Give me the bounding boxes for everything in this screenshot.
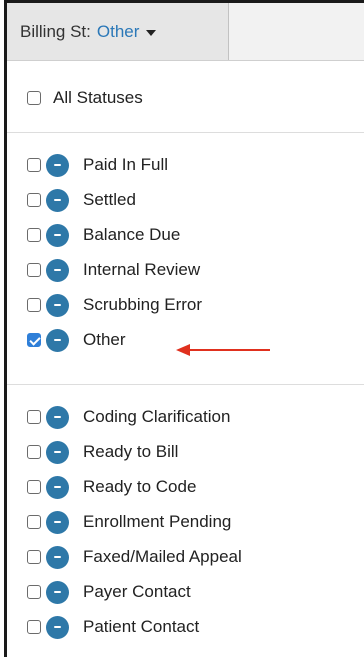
minus-circle-icon[interactable] xyxy=(46,188,69,212)
status-option[interactable]: Settled xyxy=(27,185,136,215)
minus-circle-icon[interactable] xyxy=(46,405,69,429)
status-option[interactable]: Ready to Code xyxy=(27,472,196,502)
red-arrow-icon xyxy=(176,344,270,356)
status-label: Faxed/Mailed Appeal xyxy=(83,547,242,566)
status-label: Internal Review xyxy=(83,260,201,279)
status-label: Scrubbing Error xyxy=(83,295,203,314)
minus-circle-icon[interactable] xyxy=(46,153,69,177)
status-label: Other xyxy=(83,330,126,349)
minus-circle-icon[interactable] xyxy=(46,293,69,317)
status-label: Enrollment Pending xyxy=(83,512,232,531)
status-option[interactable]: Scrubbing Error xyxy=(27,290,202,320)
status-option[interactable]: Ready to Bill xyxy=(27,437,178,467)
status-option-other[interactable]: Other xyxy=(27,325,126,355)
status-option[interactable]: Payer Contact xyxy=(27,577,191,607)
status-label: Payer Contact xyxy=(83,582,191,601)
status-filter-dropdown: Billing St: Other All Statuses Paid In F… xyxy=(4,0,364,657)
status-checkbox[interactable] xyxy=(27,298,41,312)
billing-status-filter-button[interactable]: Billing St: Other xyxy=(7,3,229,60)
status-checkbox[interactable] xyxy=(27,410,41,424)
caret-down-icon xyxy=(146,29,157,36)
minus-circle-icon[interactable] xyxy=(46,545,69,569)
minus-circle-icon[interactable] xyxy=(46,258,69,282)
status-option[interactable]: Internal Review xyxy=(27,255,200,285)
status-checkbox[interactable] xyxy=(27,480,41,494)
divider xyxy=(7,384,364,385)
status-checkbox[interactable] xyxy=(27,585,41,599)
status-checkbox[interactable] xyxy=(27,550,41,564)
minus-circle-icon[interactable] xyxy=(46,223,69,247)
status-label: Ready to Bill xyxy=(83,442,179,461)
status-label: Paid In Full xyxy=(83,155,169,174)
minus-circle-icon[interactable] xyxy=(46,615,69,639)
divider xyxy=(7,132,364,133)
status-option[interactable]: Paid In Full xyxy=(27,150,168,180)
status-option[interactable]: Faxed/Mailed Appeal xyxy=(27,542,242,572)
status-label: Coding Clarification xyxy=(83,407,231,426)
status-label: Patient Contact xyxy=(83,617,200,636)
status-option[interactable]: Coding Clarification xyxy=(27,402,230,432)
status-checkbox[interactable] xyxy=(27,620,41,634)
minus-circle-icon[interactable] xyxy=(46,328,69,352)
status-checkbox[interactable] xyxy=(27,228,41,242)
filter-label: Billing St: xyxy=(20,21,91,41)
status-label: Balance Due xyxy=(83,225,181,244)
status-checkbox[interactable] xyxy=(27,445,41,459)
status-label: Settled xyxy=(83,190,136,209)
filter-value: Other xyxy=(96,21,140,41)
status-checkbox[interactable] xyxy=(27,515,41,529)
status-option[interactable]: Enrollment Pending xyxy=(27,507,231,537)
status-checkbox[interactable] xyxy=(27,193,41,207)
all-statuses-checkbox[interactable] xyxy=(27,91,41,105)
status-option[interactable]: Patient Contact xyxy=(27,612,199,642)
status-checkbox[interactable] xyxy=(27,263,41,277)
minus-circle-icon[interactable] xyxy=(46,475,69,499)
minus-circle-icon[interactable] xyxy=(46,510,69,534)
status-option[interactable]: Balance Due xyxy=(27,220,180,250)
status-label: Ready to Code xyxy=(83,477,197,496)
status-checkbox[interactable] xyxy=(27,158,41,172)
status-checkbox-checked[interactable] xyxy=(27,333,41,347)
all-statuses-label: All Statuses xyxy=(53,88,143,107)
minus-circle-icon[interactable] xyxy=(46,580,69,604)
all-statuses-option[interactable]: All Statuses xyxy=(27,83,143,113)
minus-circle-icon[interactable] xyxy=(46,440,69,464)
filter-header: Billing St: Other xyxy=(7,3,364,61)
